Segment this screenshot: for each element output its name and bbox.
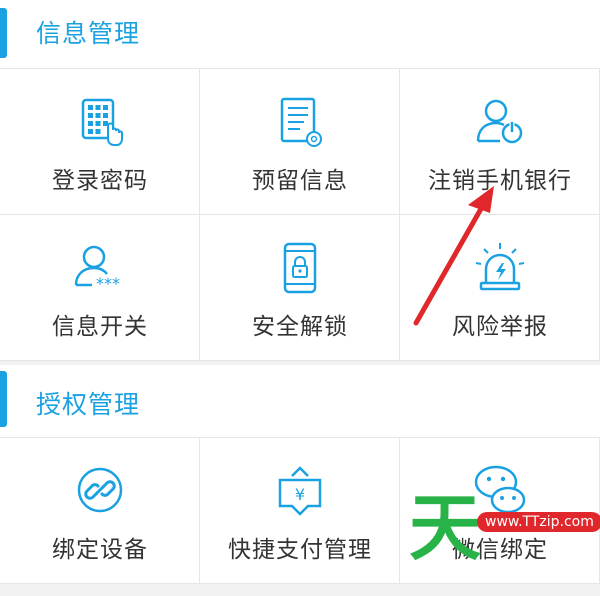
grid-item-label: 风险举报 <box>452 314 548 340</box>
grid-item-label: 快捷支付管理 <box>228 537 372 563</box>
grid-item-risk-report[interactable]: 风险举报 <box>400 215 600 361</box>
grid-item-deactivate-mobile-banking[interactable]: 注销手机银行 <box>400 69 600 215</box>
svg-text:¥: ¥ <box>295 485 305 504</box>
section-accent-bar <box>0 8 7 58</box>
info-management-grid: 登录密码 预留信息 注销手机银行 *** 信息开关 安全解锁 风险举报 <box>0 69 600 361</box>
section-accent-bar <box>0 371 7 427</box>
phone-lock-icon <box>270 239 330 299</box>
watermark-url: www.TTzip.com <box>477 512 600 532</box>
section-header-info-management: 信息管理 <box>0 0 600 68</box>
document-gear-icon <box>270 93 330 153</box>
user-power-icon <box>470 93 530 153</box>
link-icon <box>70 462 130 522</box>
alarm-light-icon <box>470 239 530 299</box>
grid-item-info-switch[interactable]: *** 信息开关 <box>0 215 200 361</box>
grid-item-label: 安全解锁 <box>252 314 348 340</box>
grid-item-login-password[interactable]: 登录密码 <box>0 69 200 215</box>
grid-item-label: 登录密码 <box>52 168 148 194</box>
grid-item-security-unlock[interactable]: 安全解锁 <box>200 215 400 361</box>
grid-item-label: 预留信息 <box>252 168 348 194</box>
grid-item-label: 信息开关 <box>52 314 148 340</box>
section-title: 信息管理 <box>36 19 141 48</box>
yuan-bag-icon: ¥ <box>270 462 330 522</box>
grid-item-label: 绑定设备 <box>52 537 148 563</box>
section-header-authorization-management: 授权管理 <box>0 365 600 437</box>
grid-item-reserved-info[interactable]: 预留信息 <box>200 69 400 215</box>
keypad-icon <box>70 93 130 153</box>
section-title: 授权管理 <box>36 390 141 419</box>
watermark: 天 www.TTzip.com <box>405 492 600 596</box>
svg-text:***: *** <box>96 274 120 293</box>
grid-item-bind-device[interactable]: 绑定设备 <box>0 438 200 584</box>
grid-item-label: 注销手机银行 <box>428 168 572 194</box>
grid-item-quick-pay-management[interactable]: ¥ 快捷支付管理 <box>200 438 400 584</box>
user-asterisk-icon: *** <box>70 239 130 299</box>
watermark-logo-char: 天 <box>409 486 482 570</box>
